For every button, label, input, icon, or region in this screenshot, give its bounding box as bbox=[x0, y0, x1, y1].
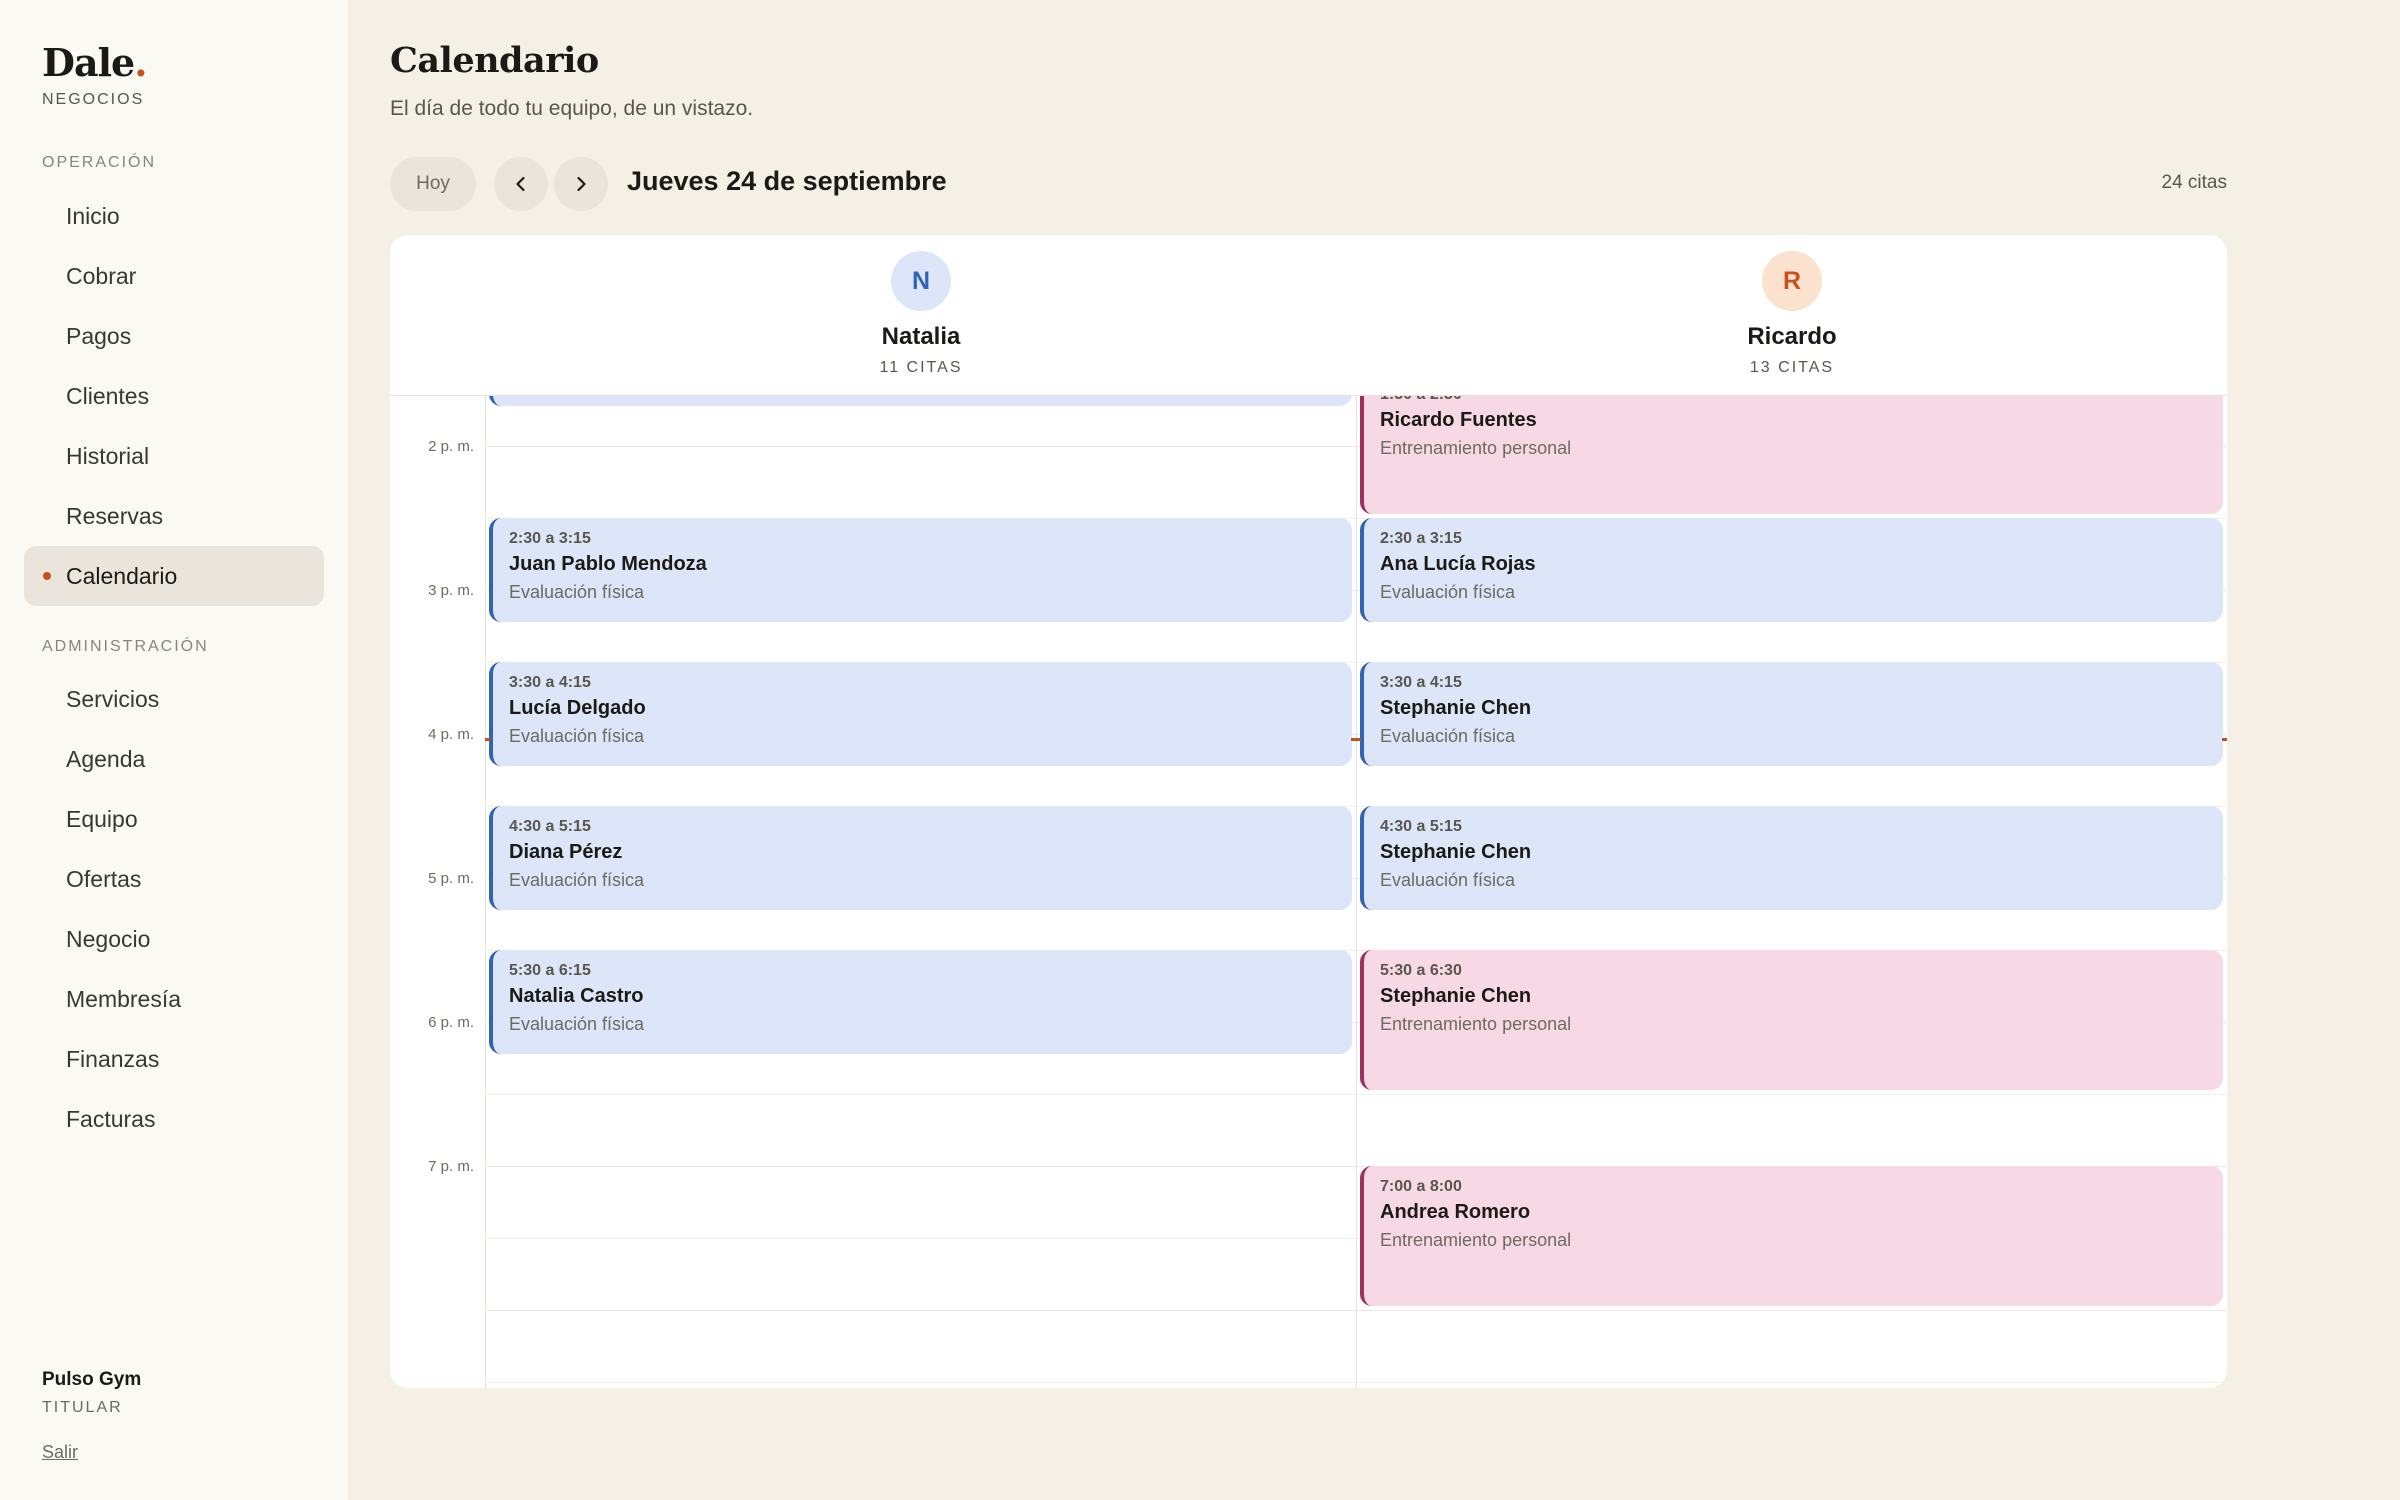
service-name: Entrenamiento personal bbox=[1380, 1230, 1572, 1251]
client-name: Stephanie Chen bbox=[1380, 985, 1532, 1008]
service-name: Evaluación física bbox=[1380, 582, 1516, 603]
sidebar-item-equipo[interactable]: Equipo bbox=[24, 789, 324, 849]
staff-name: Ricardo bbox=[1747, 323, 1837, 350]
appointment-card[interactable]: 1:00 a 1:45Sofía CastilloEvaluación físi… bbox=[489, 396, 1352, 407]
current-date-label: Jueves 24 de septiembre bbox=[627, 166, 947, 196]
appointment-card[interactable]: 2:30 a 3:15 Juan Pablo Mendoza Evaluación … bbox=[489, 518, 1352, 623]
service-name: Evaluación física bbox=[1380, 726, 1516, 747]
sidebar-item-negocio[interactable]: Negocio bbox=[24, 909, 324, 969]
service-name: Evaluación física bbox=[509, 1014, 645, 1035]
prev-day-button[interactable] bbox=[494, 157, 548, 211]
chevron-left-icon bbox=[516, 176, 525, 192]
service-name: Evaluación física bbox=[1380, 870, 1516, 891]
sidebar-item-ofertas[interactable]: Ofertas bbox=[24, 849, 324, 909]
calendar-header: N Natalia 11 CITAS R Ricardo 13 CITAS bbox=[390, 235, 2227, 396]
hour-label: 7 p. m. bbox=[428, 1158, 474, 1176]
sidebar-item-reservas[interactable]: Reservas bbox=[24, 486, 324, 546]
sidebar-item-servicios[interactable]: Servicios bbox=[24, 669, 324, 729]
appointment-time: 3:30 a 4:15 bbox=[509, 674, 591, 692]
current-time-indicator bbox=[2222, 737, 2227, 741]
staff-column-ricardo[interactable]: R Ricardo 13 CITAS bbox=[1357, 235, 2227, 396]
current-time-indicator bbox=[1351, 737, 1361, 741]
client-name: Ana Lucía Rojas bbox=[1380, 553, 1536, 576]
page-title: Calendario bbox=[390, 40, 599, 81]
hour-label: 6 p. m. bbox=[428, 1014, 474, 1032]
avatar: R bbox=[1762, 251, 1822, 311]
logout-link[interactable]: Salir bbox=[42, 1442, 78, 1463]
time-grid[interactable]: 2 p. m. 3 p. m. 4 p. m. 5 p. m. 6 p. m. 7 p. … bbox=[390, 396, 2227, 1388]
calendar-grid: N Natalia 11 CITAS R Ricardo 13 CITAS 2 … bbox=[390, 235, 2227, 1388]
appointment-card[interactable]: 3:30 a 4:15 Lucía Delgado Evaluación físic… bbox=[489, 662, 1352, 767]
appointment-time: 1:30 a 2:30 bbox=[1380, 396, 2223, 404]
staff-appointment-count: 13 CITAS bbox=[1749, 359, 1835, 376]
appointment-time: 2:30 a 3:15 bbox=[1380, 530, 1462, 548]
sidebar-item-pagos[interactable]: Pagos bbox=[24, 306, 324, 366]
client-name: Diana Pérez bbox=[509, 841, 623, 864]
appointment-card[interactable]: 7:00 a 8:00 Andrea Romero Entrenamiento pe… bbox=[1360, 1166, 2223, 1307]
client-name: Stephanie Chen bbox=[1380, 697, 1532, 720]
service-name: Entrenamiento personal bbox=[1380, 1014, 1572, 1035]
sidebar-item-cobrar[interactable]: Cobrar bbox=[24, 246, 324, 306]
page-subtitle: El día de todo tu equipo, de un vistazo. bbox=[390, 97, 754, 120]
appointment-card[interactable]: 1:30 a 2:30 Ricardo Fuentes Entrenamiento … bbox=[1360, 396, 2223, 515]
brand-logo[interactable]: Dale. bbox=[42, 40, 147, 85]
appointment-card[interactable]: 5:30 a 6:15 Natalia Castro Evaluación físi… bbox=[489, 950, 1352, 1055]
hour-label: 2 p. m. bbox=[428, 438, 474, 456]
active-indicator-dot bbox=[43, 572, 51, 580]
appointment-time: 2:30 a 3:15 bbox=[509, 530, 591, 548]
service-name: Evaluación física bbox=[509, 870, 645, 891]
client-name: Ricardo Fuentes bbox=[1380, 409, 1537, 432]
client-name: Stephanie Chen bbox=[1380, 841, 1532, 864]
business-name: Pulso Gym bbox=[42, 1369, 142, 1390]
sidebar-item-finanzas[interactable]: Finanzas bbox=[24, 1029, 324, 1089]
service-name: Evaluación física bbox=[509, 726, 645, 747]
appointment-time: 3:30 a 4:15 bbox=[1380, 674, 1462, 692]
appointment-card[interactable]: 2:30 a 3:15 Ana Lucía Rojas Evaluación fís… bbox=[1360, 518, 2223, 623]
grid-line bbox=[485, 1310, 2227, 1312]
client-name: Natalia Castro bbox=[509, 985, 644, 1008]
client-name: Andrea Romero bbox=[1380, 1201, 1531, 1224]
appointment-time: 7:00 a 8:00 bbox=[1380, 1178, 1462, 1196]
appointment-card[interactable]: 4:30 a 5:15 Diana Pérez Evaluación física bbox=[489, 806, 1352, 911]
appointment-count: 24 citas bbox=[2161, 172, 2227, 193]
sidebar-item-historial[interactable]: Historial bbox=[24, 426, 324, 486]
hour-label: 4 p. m. bbox=[428, 726, 474, 744]
appointment-time: 4:30 a 5:15 bbox=[1380, 818, 1462, 836]
sidebar-item-facturas[interactable]: Facturas bbox=[24, 1089, 324, 1149]
sidebar-item-inicio[interactable]: Inicio bbox=[24, 186, 324, 246]
sidebar-item-membresia[interactable]: Membresía bbox=[24, 969, 324, 1029]
client-name: Lucía Delgado bbox=[509, 697, 646, 720]
sidebar-item-calendario[interactable]: Calendario bbox=[24, 546, 324, 606]
section-label-operacion: OPERACIÓN bbox=[42, 154, 157, 171]
appointment-time: 5:30 a 6:15 bbox=[509, 962, 591, 980]
today-button[interactable]: Hoy bbox=[390, 157, 476, 211]
brand-subtitle: NEGOCIOS bbox=[42, 91, 145, 108]
client-name: Juan Pablo Mendoza bbox=[509, 553, 707, 576]
appointment-card[interactable]: 5:30 a 6:30 Stephanie Chen Entrenamiento p… bbox=[1360, 950, 2223, 1091]
grid-line bbox=[485, 1094, 2227, 1096]
appointment-card[interactable]: 4:30 a 5:15 Stephanie Chen Evaluación físi… bbox=[1360, 806, 2223, 911]
grid-line bbox=[485, 1382, 2227, 1384]
appointment-card[interactable]: 3:30 a 4:15 Stephanie Chen Evaluación físi… bbox=[1360, 662, 2223, 767]
staff-name: Natalia bbox=[881, 323, 961, 350]
staff-column-natalia[interactable]: N Natalia 11 CITAS bbox=[486, 235, 1356, 396]
service-name: Evaluación física bbox=[509, 582, 645, 603]
sidebar-item-clientes[interactable]: Clientes bbox=[24, 366, 324, 426]
hour-label: 5 p. m. bbox=[428, 870, 474, 888]
appointment-time: 5:30 a 6:30 bbox=[1380, 962, 1462, 980]
business-role: TITULAR bbox=[42, 1399, 123, 1416]
chevron-right-icon bbox=[577, 176, 586, 192]
current-time-indicator bbox=[485, 737, 490, 741]
appointment-time: 4:30 a 5:15 bbox=[509, 818, 591, 836]
section-label-administracion: ADMINISTRACIÓN bbox=[42, 638, 209, 655]
avatar: N bbox=[891, 251, 951, 311]
staff-appointment-count: 11 CITAS bbox=[879, 359, 963, 376]
sidebar-item-agenda[interactable]: Agenda bbox=[24, 729, 324, 789]
service-name: Entrenamiento personal bbox=[1380, 438, 1572, 459]
sidebar: Dale. NEGOCIOS OPERACIÓN Inicio Cobrar P… bbox=[0, 0, 348, 1500]
next-day-button[interactable] bbox=[554, 157, 608, 211]
hour-label: 3 p. m. bbox=[428, 582, 474, 600]
